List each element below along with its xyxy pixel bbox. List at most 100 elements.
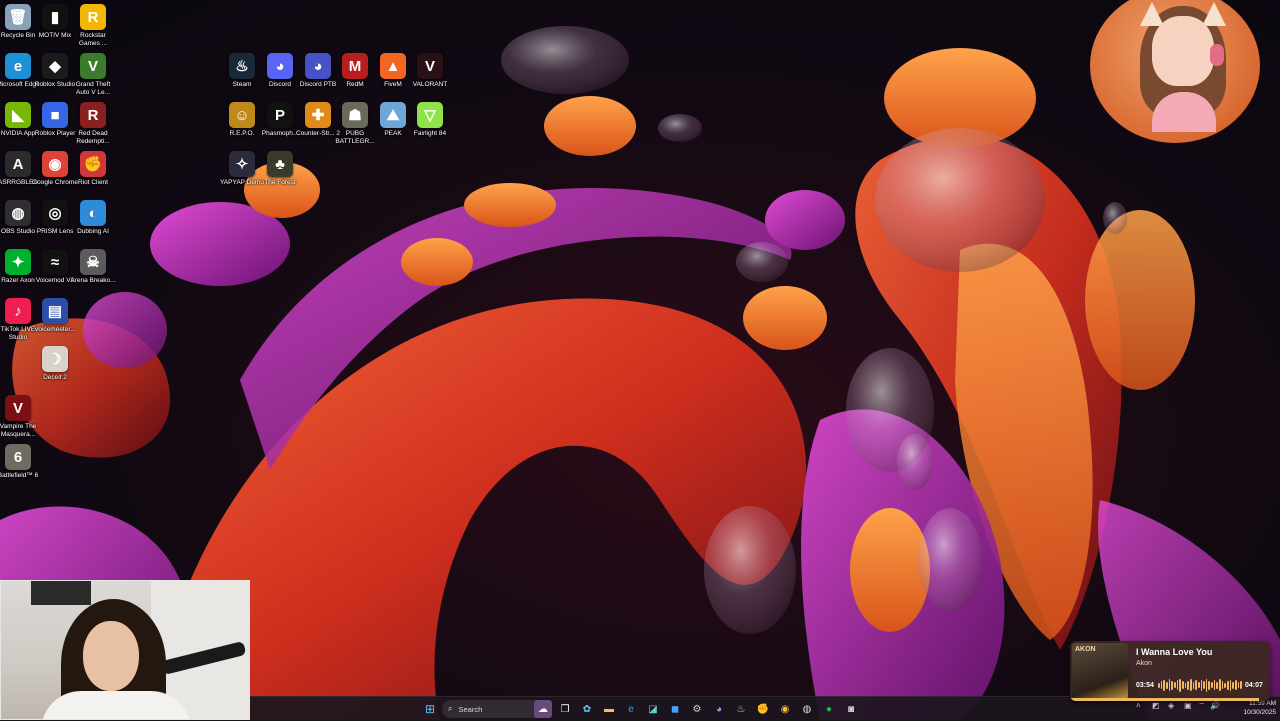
- waveform-bar: [1203, 681, 1205, 689]
- tray-app-icon-2[interactable]: ◈: [1168, 701, 1174, 710]
- waveform-bar: [1232, 681, 1235, 689]
- desktop-shortcut[interactable]: R Rockstar Games ...: [70, 4, 116, 47]
- riot-client-icon: ✊: [80, 151, 106, 177]
- peak-icon: ⛰: [380, 102, 406, 128]
- desktop-shortcut[interactable]: V Grand Theft Auto V Le...: [70, 53, 116, 96]
- voicemod-icon: ≈: [42, 249, 68, 275]
- tray-chevron-up-icon[interactable]: ˄: [1136, 701, 1141, 710]
- edge-taskbar-icon[interactable]: e: [622, 700, 640, 718]
- waveform-bar: [1229, 679, 1232, 691]
- waveform-bar: [1205, 678, 1208, 692]
- tray-app-icon-3[interactable]: ▣: [1184, 701, 1192, 710]
- outlook-icon[interactable]: ◼: [666, 700, 684, 718]
- clock-date: 10/30/2025: [1243, 709, 1276, 716]
- waveform-bar: [1187, 680, 1189, 690]
- current-time: 03:54: [1136, 682, 1154, 689]
- desktop-shortcut-label: VALORANT: [412, 81, 448, 88]
- system-clock[interactable]: 11:59 AM 10/30/2025: [1220, 699, 1276, 717]
- vampire-icon: V: [5, 395, 31, 421]
- avatar-cat-ear-left: [1140, 2, 1164, 26]
- desktop-shortcut[interactable]: ▤ Voicemeeter...: [32, 298, 78, 334]
- waveform-bar: [1163, 679, 1165, 691]
- phasmophobia-icon: P: [267, 102, 293, 128]
- desktop-shortcut-label: Rockstar Games ...: [78, 32, 108, 47]
- desktop-shortcut[interactable]: ✊ Riot Client: [70, 151, 116, 187]
- gta-icon: V: [80, 53, 106, 79]
- webcam-feed: [0, 580, 250, 720]
- chrome-icon: ◉: [42, 151, 68, 177]
- waveform-bar: [1158, 682, 1160, 688]
- desktop-shortcut[interactable]: V Vampire The Masquera...: [0, 395, 41, 438]
- spotify-icon[interactable]: ●: [820, 700, 838, 718]
- desktop-shortcut-label: Grand Theft Auto V Le...: [75, 81, 111, 96]
- total-time: 04:07: [1245, 682, 1263, 689]
- waveform-bar: [1176, 680, 1179, 690]
- desktop-shortcut-label: Riot Client: [78, 179, 108, 186]
- valorant-icon: V: [417, 53, 443, 79]
- waveform-bar: [1237, 682, 1240, 688]
- waveform-bar: [1213, 680, 1216, 690]
- pubg-icon: ☗: [342, 102, 368, 128]
- wifi-icon[interactable]: ⌔: [1198, 701, 1206, 711]
- desktop-shortcut[interactable]: ☠ Arena Breako...: [70, 249, 116, 285]
- voicemeeter-icon: ▤: [42, 298, 68, 324]
- motiv-mix-icon: ▮: [42, 4, 68, 30]
- steam-taskbar-icon[interactable]: ♨: [732, 700, 750, 718]
- desktop-shortcut[interactable]: ♣ The Forest: [257, 151, 303, 187]
- avatar-cat-ear-right: [1202, 2, 1226, 26]
- waveform-bar: [1224, 682, 1227, 688]
- waveform-bar: [1240, 681, 1242, 689]
- desktop-shortcut-label: Battlefield™ 6: [0, 472, 39, 479]
- waveform-bar: [1165, 681, 1168, 689]
- desktop-shortcut[interactable]: ◐ Dubbing AI: [70, 200, 116, 236]
- desktop-shortcut[interactable]: ☽ Deceit 2: [32, 346, 78, 382]
- app-taskbar-icon[interactable]: ◙: [842, 700, 860, 718]
- waveform-bar: [1200, 679, 1203, 691]
- roblox-player-icon: ■: [42, 102, 68, 128]
- desktop-shortcut-label: Fairlight 84: [413, 130, 447, 137]
- settings-gear-icon[interactable]: ⚙: [688, 700, 706, 718]
- waveform-bar: [1160, 681, 1163, 689]
- now-playing-widget[interactable]: AKON I Wanna Love You Akon 03:54 04:07: [1070, 641, 1270, 701]
- discord-ptb-icon: ◕: [305, 53, 331, 79]
- playback-progress-bar[interactable]: [1070, 698, 1260, 701]
- prism-lens-icon: ◎: [42, 200, 68, 226]
- song-artist: Akon: [1136, 660, 1152, 667]
- audio-waveform: [1158, 678, 1242, 692]
- desktop-shortcut[interactable]: V VALORANT: [407, 53, 453, 89]
- search-label: Search: [458, 704, 483, 714]
- copilot-icon[interactable]: ✿: [578, 700, 596, 718]
- task-view-icon[interactable]: ❐: [556, 700, 574, 718]
- fairlight-icon: ▽: [417, 102, 443, 128]
- battlefield-icon: 6: [5, 444, 31, 470]
- dubbing-ai-icon: ◐: [80, 200, 106, 226]
- desktop-shortcut[interactable]: R Red Dead Redempti...: [70, 102, 116, 145]
- red-dead-icon: R: [80, 102, 106, 128]
- start-button[interactable]: ⊞: [421, 700, 439, 718]
- waveform-bar: [1208, 680, 1211, 690]
- fivem-icon: ▲: [380, 53, 406, 79]
- widgets-icon[interactable]: ☁: [534, 700, 552, 718]
- waveform-bar: [1216, 681, 1219, 689]
- webcam-person-shirt: [41, 691, 191, 719]
- volume-icon[interactable]: 🔊: [1210, 701, 1220, 710]
- waveform-bar: [1197, 682, 1200, 688]
- edge-icon: e: [5, 53, 31, 79]
- store-icon[interactable]: ◪: [644, 700, 662, 718]
- tray-app-icon[interactable]: ◩: [1152, 701, 1160, 710]
- waveform-bar: [1192, 681, 1195, 689]
- chrome-taskbar-icon[interactable]: ◉: [776, 700, 794, 718]
- waveform-bar: [1181, 681, 1184, 689]
- cs2-icon: ✚: [305, 102, 331, 128]
- desktop-shortcut[interactable]: 6 Battlefield™ 6: [0, 444, 41, 480]
- webcam-person-face: [83, 621, 139, 691]
- desktop-shortcut-label: Deceit 2: [43, 374, 67, 381]
- file-explorer-icon[interactable]: ▬: [600, 700, 618, 718]
- obs-taskbar-icon[interactable]: ◍: [798, 700, 816, 718]
- desktop-shortcut[interactable]: ▽ Fairlight 84: [407, 102, 453, 138]
- riot-taskbar-icon[interactable]: ✊: [754, 700, 772, 718]
- avatar-face: [1152, 16, 1214, 86]
- desktop-shortcut-label: The Forest: [264, 179, 296, 186]
- discord-taskbar-icon[interactable]: ◕: [710, 700, 728, 718]
- album-art: AKON: [1072, 643, 1128, 699]
